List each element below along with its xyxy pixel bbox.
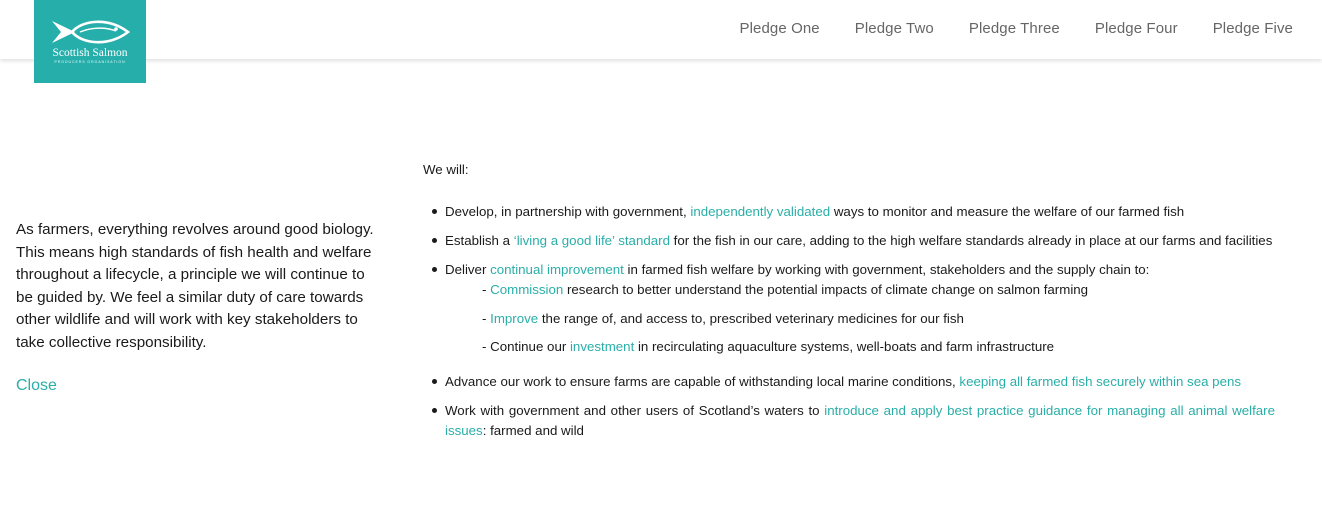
pledge-nav: Pledge One Pledge Two Pledge Three Pledg… xyxy=(740,20,1294,38)
item-text: Advance our work to ensure farms are cap… xyxy=(445,374,960,389)
list-item: Establish a ‘living a good life’ standar… xyxy=(423,231,1275,251)
nav-pledge-one[interactable]: Pledge One xyxy=(740,20,820,38)
sub-list-item: - Improve the range of, and access to, p… xyxy=(445,309,1275,329)
item-link[interactable]: ‘living a good life’ standard xyxy=(514,233,670,248)
item-link[interactable]: keeping all farmed fish securely within … xyxy=(959,374,1241,389)
bullet-icon xyxy=(432,238,437,243)
site-header: Pledge One Pledge Two Pledge Three Pledg… xyxy=(0,0,1322,59)
intro-text: As farmers, everything revolves around g… xyxy=(16,221,374,351)
logo-name: Scottish Salmon xyxy=(52,47,128,59)
nav-pledge-three[interactable]: Pledge Three xyxy=(969,20,1060,38)
logo[interactable]: Scottish Salmon PRODUCERS ORGANISATION xyxy=(34,0,146,83)
item-text: for the fish in our care, adding to the … xyxy=(669,233,1273,248)
list-item: Deliver continual improvement in farmed … xyxy=(423,260,1275,357)
sub-item-text: the range of, and access to, prescribed … xyxy=(538,310,964,326)
nav-pledge-two[interactable]: Pledge Two xyxy=(855,20,934,38)
content-lead: We will: xyxy=(423,162,469,177)
sub-list-item: - Commission research to better understa… xyxy=(445,280,1275,300)
item-text: Work with government and other users of … xyxy=(445,403,825,418)
item-text: : farmed and wild xyxy=(482,423,584,438)
item-link[interactable]: independently validated xyxy=(690,204,830,219)
close-link[interactable]: Close xyxy=(16,377,57,395)
sub-item-text: research to better understand the potent… xyxy=(563,282,1089,297)
nav-pledge-five[interactable]: Pledge Five xyxy=(1213,20,1293,38)
bullet-icon xyxy=(432,267,437,272)
item-text: ways to monitor and measure the welfare … xyxy=(830,204,1185,219)
pledge-content: We will: Develop, in partnership with go… xyxy=(423,161,1275,450)
sub-item-text: - xyxy=(482,282,491,297)
sub-item-link[interactable]: Commission xyxy=(490,282,563,297)
item-text: Deliver xyxy=(445,262,491,277)
list-item: Advance our work to ensure farms are cap… xyxy=(423,372,1275,392)
pledge-list: Develop, in partnership with government,… xyxy=(423,202,1275,441)
item-text: Develop, in partnership with government, xyxy=(445,204,691,219)
list-item: Work with government and other users of … xyxy=(423,401,1275,441)
sub-item-link[interactable]: Improve xyxy=(490,311,538,326)
fish-logo-icon xyxy=(52,20,130,44)
sub-item-text: - xyxy=(482,310,491,326)
sub-item-text: - Continue our xyxy=(482,339,570,354)
nav-pledge-four[interactable]: Pledge Four xyxy=(1095,20,1178,38)
sub-item-text: in recirculating aquaculture systems, we… xyxy=(634,339,1055,354)
bullet-icon xyxy=(432,379,437,384)
item-link[interactable]: continual improvement xyxy=(490,262,624,277)
logo-subtitle: PRODUCERS ORGANISATION xyxy=(54,60,126,64)
item-text: Establish a xyxy=(445,233,514,248)
sub-list: - Commission research to better understa… xyxy=(445,280,1275,357)
bullet-icon xyxy=(432,209,437,214)
sub-item-link[interactable]: investment xyxy=(570,339,634,354)
bullet-icon xyxy=(432,408,437,413)
sub-list-item: - Continue our investment in recirculati… xyxy=(445,337,1275,357)
item-text: in farmed fish welfare by working with g… xyxy=(623,262,1150,277)
list-item: Develop, in partnership with government,… xyxy=(423,202,1275,222)
